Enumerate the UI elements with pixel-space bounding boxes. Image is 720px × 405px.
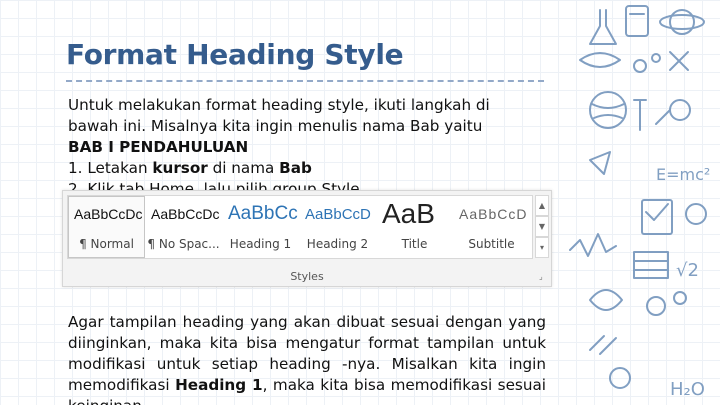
intro-line-1: Untuk melakukan format heading style, ik…	[68, 96, 490, 114]
dialog-launcher-icon[interactable]: ⌟	[539, 273, 547, 281]
more-styles-button[interactable]: ▾	[535, 237, 549, 258]
magnet-icon	[589, 289, 623, 311]
style-preview: AaB	[382, 198, 435, 229]
step-1-kursor: kursor	[152, 159, 208, 177]
title-underline	[66, 80, 544, 82]
bab-number: I	[108, 138, 114, 156]
style-preview: AaBbCcD	[459, 206, 528, 222]
style-subtitle[interactable]: AaBbCcD Subtitle	[453, 196, 530, 258]
test-tube-icon	[633, 99, 647, 131]
pulse-icon	[569, 233, 617, 257]
bab-word: BAB	[68, 138, 103, 156]
svg-text:√2: √2	[676, 260, 699, 281]
style-name: Heading 2	[306, 237, 369, 251]
style-heading-1[interactable]: AaBbCc Heading 1	[222, 196, 299, 258]
step-1: 1. Letakan kursor di nama Bab	[68, 158, 546, 179]
styles-group-label: Styles	[290, 270, 324, 283]
para2-heading1: Heading 1	[175, 376, 263, 394]
flask-icon	[589, 9, 617, 45]
style-heading-2[interactable]: AaBbCcD Heading 2	[299, 196, 376, 258]
gallery-scroller: ▲ ▼ ▾	[535, 195, 549, 259]
leaf-icon	[579, 52, 621, 68]
style-no-spacing[interactable]: AaBbCcDc ¶ No Spac...	[145, 196, 222, 258]
style-title[interactable]: AaB Title	[376, 196, 453, 258]
second-paragraph: Agar tampilan heading yang akan dibuat s…	[68, 312, 546, 405]
bab-name: PENDAHULUAN	[119, 138, 249, 156]
style-name: Heading 1	[229, 237, 292, 251]
style-preview: AaBbCcD	[305, 206, 371, 223]
svg-text:E=mc²: E=mc²	[656, 165, 710, 184]
grid-chart-icon	[633, 251, 669, 279]
microscope-icon	[589, 335, 617, 355]
science-doodles-decoration: E=mc² √2 H₂O	[569, 5, 710, 400]
style-name: Subtitle	[468, 237, 515, 251]
style-name: Title	[401, 237, 428, 251]
calculator-icon	[625, 5, 649, 37]
globe-icon	[589, 91, 627, 129]
scroll-up-button[interactable]: ▲	[535, 195, 549, 216]
style-preview: AaBbCc	[228, 203, 298, 224]
intro-paragraph: Untuk melakukan format heading style, ik…	[68, 95, 546, 192]
style-name: ¶ Normal	[79, 237, 134, 251]
step-1-prefix: 1. Letakan	[68, 159, 153, 177]
style-preview: AaBbCcDc	[151, 206, 220, 222]
style-name: ¶ No Spac...	[147, 237, 220, 251]
step-1-bab: Bab	[279, 159, 312, 177]
rocket-icon	[589, 151, 611, 175]
slide-title: Format Heading Style	[66, 38, 404, 71]
style-normal[interactable]: AaBbCcDc ¶ Normal	[68, 196, 145, 258]
step-1-mid: di nama	[207, 159, 280, 177]
svg-text:H₂O: H₂O	[670, 379, 705, 400]
scroll-down-button[interactable]: ▼	[535, 216, 549, 237]
styles-gallery: AaBbCcDc ¶ Normal AaBbCcDc ¶ No Spac... …	[67, 195, 533, 259]
atom-icon	[669, 9, 695, 35]
intro-line-2: bawah ini. Misalnya kita ingin menulis n…	[68, 117, 483, 135]
bab-title-row: BAB I PENDAHULUAN	[68, 137, 546, 158]
style-preview: AaBbCcDc	[74, 206, 143, 222]
styles-ribbon-group: AaBbCcDc ¶ Normal AaBbCcDc ¶ No Spac... …	[62, 190, 552, 287]
